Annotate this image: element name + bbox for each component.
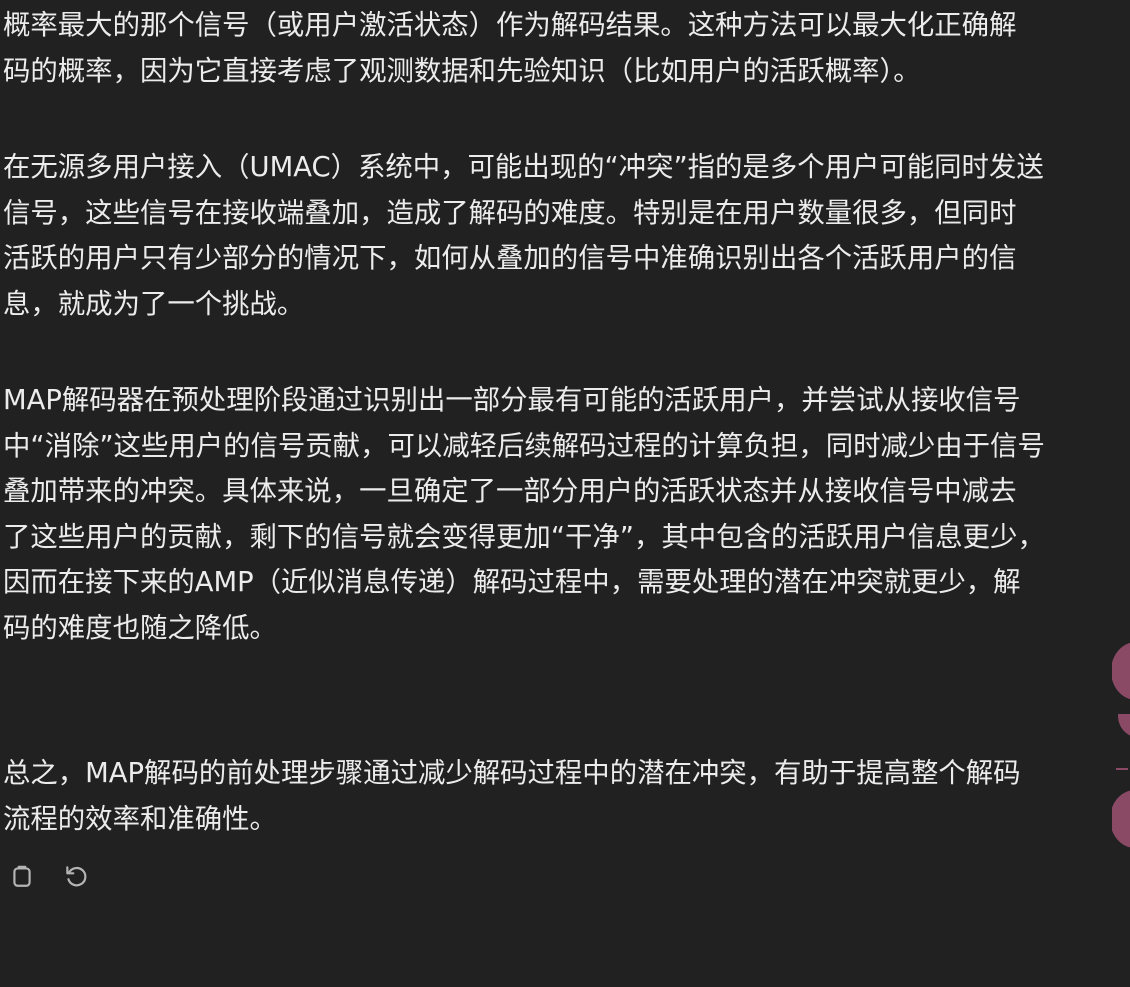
message-paragraph: 总之，MAP解码的前处理步骤通过减少解码过程中的潜在冲突，有助于提高整个解码 流… xyxy=(3,751,1021,842)
message-paragraph: 概率最大的那个信号（或用户激活状态）作为解码结果。这种方法可以最大化正确解 码的… xyxy=(3,3,1016,94)
message-paragraph: 在无源多用户接入（UMAC）系统中，可能出现的“冲突”指的是多个用户可能同时发送… xyxy=(3,145,1044,327)
edge-blob xyxy=(1118,714,1130,738)
message-actions xyxy=(6,860,92,892)
text-line: 总之，MAP解码的前处理步骤通过减少解码过程中的潜在冲突，有助于提高整个解码 xyxy=(3,758,1021,789)
text-line: 概率最大的那个信号（或用户激活状态）作为解码结果。这种方法可以最大化正确解 xyxy=(3,10,1017,41)
text-line: MAP解码器在预处理阶段通过识别出一部分最有可能的活跃用户，并尝试从接收信号 xyxy=(3,385,1021,416)
text-line: 中“消除”这些用户的信号贡献，可以减轻后续解码过程的计算负担，同时减少由于信号 xyxy=(3,430,1045,462)
text-line: 了这些用户的贡献，剩下的信号就会变得更加“干净”，其中包含的活跃用户信息更少， xyxy=(3,521,1045,553)
text-line: 码的难度也随之降低。 xyxy=(3,612,277,644)
text-line: 息，就成为了一个挑战。 xyxy=(3,288,305,320)
edge-blob xyxy=(1112,642,1130,700)
text-line: 在无源多用户接入（UMAC）系统中，可能出现的“冲突”指的是多个用户可能同时发送 xyxy=(3,152,1044,183)
text-line: 流程的效率和准确性。 xyxy=(3,803,277,835)
regenerate-button[interactable] xyxy=(60,860,92,892)
edge-decoration xyxy=(1112,640,1130,860)
clipboard-icon xyxy=(9,863,35,889)
text-line: 码的概率，因为它直接考虑了观测数据和先验知识（比如用户的活跃概率）。 xyxy=(3,55,921,87)
text-line: 因而在接下来的AMP（近似消息传递）解码过程中，需要处理的潜在冲突就更少，解 xyxy=(3,567,1021,599)
text-line: 信号，这些信号在接收端叠加，造成了解码的难度。特别是在用户数量很多，但同时 xyxy=(3,197,1017,229)
message-paragraph: MAP解码器在预处理阶段通过识别出一部分最有可能的活跃用户，并尝试从接收信号 中… xyxy=(3,378,1045,652)
copy-button[interactable] xyxy=(6,860,38,892)
regenerate-icon xyxy=(63,863,89,889)
edge-tick xyxy=(1116,768,1128,770)
text-line: 活跃的用户只有少部分的情况下，如何从叠加的信号中准确识别出各个活跃用户的信 xyxy=(3,243,1017,275)
text-line: 叠加带来的冲突。具体来说，一旦确定了一部分用户的活跃状态并从接收信号中减去 xyxy=(3,476,1017,508)
edge-blob xyxy=(1112,790,1130,848)
